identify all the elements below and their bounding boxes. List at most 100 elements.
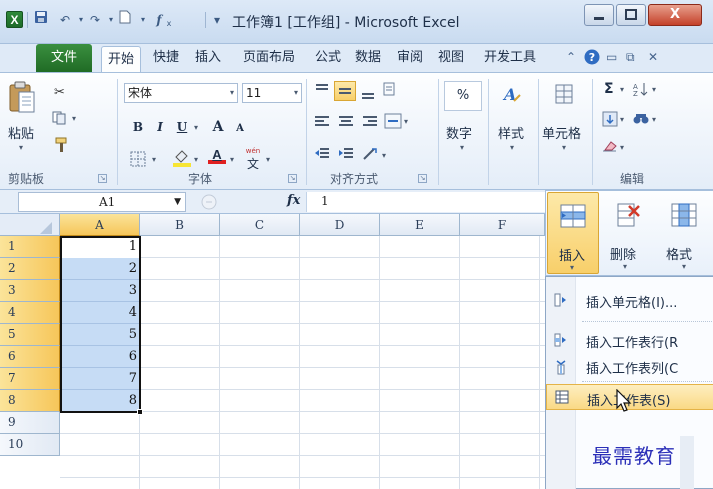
cut-icon[interactable]: ✂ (54, 85, 65, 100)
row-header[interactable]: 10 (0, 434, 60, 456)
find-dropdown-icon[interactable]: ▾ (652, 115, 656, 124)
chevron-down-icon[interactable]: ▼ (174, 193, 181, 211)
autosum-icon[interactable]: Σ (604, 81, 614, 97)
fill-icon[interactable] (602, 111, 618, 130)
font-color-dropdown-icon[interactable]: ▾ (230, 155, 234, 164)
phonetic-guide-icon[interactable]: wén 文 (244, 147, 262, 172)
font-size-select[interactable]: 11 ▾ (242, 83, 302, 103)
cell-a1[interactable]: 1 (60, 236, 140, 258)
grow-font-button[interactable]: A (208, 117, 228, 137)
delete-cells-button[interactable]: 删除 ▾ (602, 192, 656, 274)
tab-page-layout[interactable]: 页面布局 (234, 44, 304, 72)
tab-file[interactable]: 文件 (36, 44, 92, 72)
cell-a4[interactable]: 4 (60, 302, 140, 324)
number-dropdown-icon[interactable]: ▾ (460, 143, 464, 152)
cell-a6[interactable]: 6 (60, 346, 140, 368)
column-header-b[interactable]: B (140, 214, 220, 236)
minimize-ribbon-icon[interactable]: ⌃ (566, 50, 576, 64)
row-header[interactable]: 7 (0, 368, 60, 390)
underline-button[interactable]: U (172, 117, 192, 137)
orientation-dropdown-icon[interactable]: ▾ (382, 151, 386, 160)
workbook-close-icon[interactable]: ✕ (648, 50, 658, 64)
tab-shortcuts[interactable]: 快捷 (148, 44, 184, 72)
column-header-a[interactable]: A (60, 214, 140, 236)
worksheet-grid[interactable]: A B C D E F 1 2 3 4 5 6 7 8 9 10 1 2 3 4… (0, 214, 545, 489)
customize-qat-icon[interactable]: ▾ (208, 10, 226, 30)
cell-a2[interactable]: 2 (60, 258, 140, 280)
border-dropdown-icon[interactable]: ▾ (152, 155, 156, 164)
merge-center-icon[interactable] (384, 113, 402, 132)
fill-color-dropdown-icon[interactable]: ▾ (194, 155, 198, 164)
column-header-f[interactable]: F (460, 214, 545, 236)
clear-dropdown-icon[interactable]: ▾ (620, 143, 624, 152)
paste-dropdown-icon[interactable]: ▾ (19, 143, 23, 152)
format-cells-button[interactable]: 格式 ▾ (660, 192, 713, 274)
sort-dropdown-icon[interactable]: ▾ (652, 85, 656, 94)
underline-dropdown-icon[interactable]: ▾ (194, 123, 198, 132)
tab-review[interactable]: 审阅 (392, 44, 428, 72)
alignment-launcher-icon[interactable]: ↘ (418, 174, 427, 183)
fill-color-icon[interactable] (172, 147, 192, 170)
shrink-font-button[interactable]: A (230, 119, 250, 139)
align-top-icon[interactable] (314, 83, 330, 100)
cell-a7[interactable]: 7 (60, 368, 140, 390)
minimize-button[interactable] (584, 4, 614, 26)
number-format-button[interactable]: 数字 (446, 123, 472, 142)
bold-button[interactable]: B (128, 117, 148, 137)
clipboard-launcher-icon[interactable]: ↘ (98, 174, 107, 183)
cell-a8[interactable]: 8 (60, 390, 140, 412)
help-icon[interactable]: ? (584, 49, 600, 68)
row-header[interactable]: 6 (0, 346, 60, 368)
font-name-select[interactable]: 宋体 ▾ (124, 83, 238, 103)
fill-dropdown-icon[interactable]: ▾ (620, 115, 624, 124)
menu-insert-sheet-rows[interactable]: 插入工作表行(R (546, 327, 713, 353)
sort-filter-icon[interactable]: AZ (632, 81, 650, 100)
column-header-d[interactable]: D (300, 214, 380, 236)
align-right-icon[interactable] (362, 115, 378, 132)
tab-data[interactable]: 数据 (350, 44, 386, 72)
align-left-icon[interactable] (314, 115, 330, 132)
orientation-angle-icon[interactable] (362, 147, 380, 164)
row-header[interactable]: 2 (0, 258, 60, 280)
cells-icon[interactable] (554, 83, 574, 108)
new-file-icon[interactable] (116, 10, 134, 30)
cells-button[interactable]: 单元格 (542, 123, 581, 142)
format-painter-icon[interactable] (54, 137, 70, 156)
align-bottom-icon[interactable] (360, 87, 376, 104)
workbook-minimize-icon[interactable]: ▭ (606, 50, 617, 64)
column-header-c[interactable]: C (220, 214, 300, 236)
select-all-corner[interactable] (0, 214, 60, 236)
decrease-indent-icon[interactable] (314, 147, 330, 164)
paste-label[interactable]: 粘贴 (8, 123, 34, 142)
align-center-icon[interactable] (338, 115, 354, 132)
font-launcher-icon[interactable]: ↘ (288, 174, 297, 183)
styles-dropdown-icon[interactable]: ▾ (510, 143, 514, 152)
row-header[interactable]: 9 (0, 412, 60, 434)
increase-indent-icon[interactable] (338, 147, 354, 164)
copy-dropdown-icon[interactable]: ▾ (72, 114, 76, 123)
merge-dropdown-icon[interactable]: ▾ (404, 117, 408, 126)
tab-view[interactable]: 视图 (433, 44, 469, 72)
menu-insert-cells[interactable]: 插入单元格(I)... (546, 287, 713, 313)
font-color-icon[interactable]: A (208, 147, 226, 164)
excel-app-icon[interactable]: X (6, 11, 23, 28)
copy-icon[interactable] (52, 111, 68, 128)
insert-cells-button[interactable]: 插入 ▾ (547, 192, 599, 274)
formula-input[interactable]: 1 (306, 192, 545, 212)
vertical-scrollbar[interactable] (680, 436, 694, 489)
tab-developer[interactable]: 开发工具 (475, 44, 545, 72)
cell-a5[interactable]: 5 (60, 324, 140, 346)
tab-home[interactable]: 开始 (101, 46, 141, 73)
text-orientation-icon[interactable] (382, 81, 398, 100)
row-header[interactable]: 3 (0, 280, 60, 302)
cells-dropdown-icon[interactable]: ▾ (562, 143, 566, 152)
find-select-icon[interactable] (632, 111, 650, 130)
close-button[interactable]: X (648, 4, 702, 26)
row-header[interactable]: 8 (0, 390, 60, 412)
name-box[interactable]: A1 ▼ (18, 192, 186, 212)
row-header[interactable]: 5 (0, 324, 60, 346)
border-icon[interactable] (130, 151, 146, 170)
clear-icon[interactable] (602, 139, 618, 156)
fill-handle[interactable] (137, 409, 143, 415)
paste-icon[interactable] (8, 81, 36, 118)
